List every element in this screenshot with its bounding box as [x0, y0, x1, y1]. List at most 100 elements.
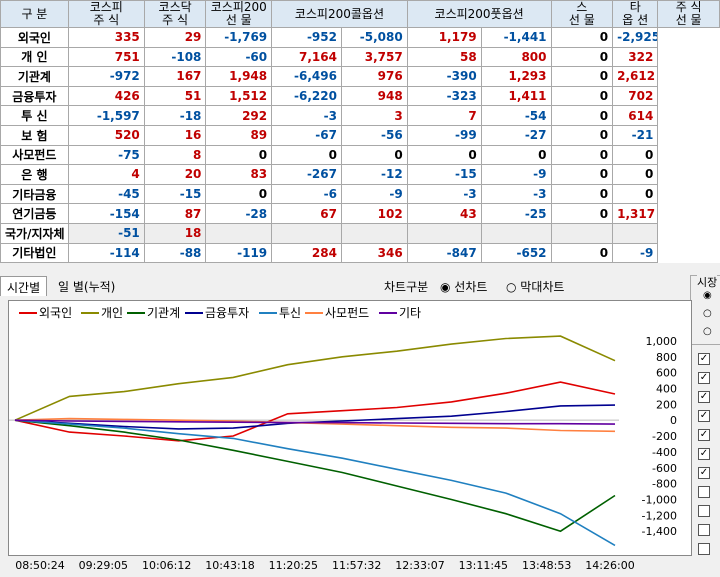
- cell-value: -27: [480, 124, 552, 146]
- cell-value: 702: [612, 85, 659, 107]
- table-row: 연기금등 -154 87 -28 67 102 43 -25 0 1,317: [0, 203, 720, 224]
- cell-value: -25: [480, 203, 552, 224]
- cell-value: -5,080: [340, 27, 408, 48]
- cell-value: 0: [480, 144, 552, 166]
- cell-value: 0: [406, 144, 482, 166]
- y-tick-label: -600: [652, 462, 677, 475]
- market-group: 시장 ◉ ○ ○: [690, 274, 720, 345]
- table-row: 사모펀드 -75 8 0 0 0 0 0 0 0: [0, 144, 720, 166]
- cell-value: -323: [406, 85, 482, 107]
- cell-value: -9: [340, 183, 408, 205]
- market-radio-3[interactable]: ○: [703, 326, 712, 337]
- cell-value: 335: [67, 27, 145, 48]
- cell-value: 1,293: [480, 66, 552, 87]
- cell-value: 426: [67, 85, 145, 107]
- series-toggle-checkbox[interactable]: ✓: [698, 467, 710, 479]
- cell-value: 43: [406, 203, 482, 224]
- cell-value: 800: [480, 46, 552, 68]
- cell-value: 0: [550, 144, 614, 166]
- cell-value: -99: [406, 124, 482, 146]
- y-tick-label: -200: [652, 430, 677, 443]
- cell-value: 7,164: [271, 46, 342, 68]
- x-tick-label: 13:48:53: [521, 559, 572, 572]
- cell-value: 0: [612, 144, 659, 166]
- series-toggle-checkbox[interactable]: ✓: [698, 410, 710, 422]
- series-toggle-checkbox[interactable]: ✓: [698, 448, 710, 460]
- series-toggle-checkbox[interactable]: ✓: [698, 353, 710, 365]
- cell-value: 0: [550, 203, 614, 224]
- series-toggle-checkbox[interactable]: ✓: [698, 429, 710, 441]
- chart-type-label: 차트구분: [384, 280, 429, 294]
- cell-value: -15: [143, 183, 207, 205]
- cell-value: -652: [480, 242, 552, 264]
- cell-value: -1,769: [205, 27, 273, 48]
- header-kospi200-futures: 코스피200 선 물: [205, 0, 273, 28]
- market-radio-2[interactable]: ○: [703, 308, 712, 319]
- investor-trade-table: 구 분 코스피 주 식 코스닥 주 식 코스피200 선 물 코스피200콜옵션 코스…: [0, 0, 720, 264]
- cell-value: 284: [271, 242, 342, 264]
- x-tick-label: 11:20:25: [268, 559, 319, 572]
- legend-item: 개인: [81, 306, 123, 320]
- radio-line-chart[interactable]: ◉ 선차트: [440, 278, 487, 295]
- legend-item: 기타: [379, 306, 421, 320]
- table-row: 기타법인 -114 -88 -119 284 346 -847 -652 0 -9: [0, 242, 720, 264]
- cell-value: -18: [143, 105, 207, 126]
- table-row: 보 험 520 16 89 -67 -56 -99 -27 0 -21: [0, 124, 720, 146]
- tab-day[interactable]: 일 별(누적): [52, 276, 121, 296]
- cell-value: 0: [205, 183, 273, 205]
- cell-value: -6,220: [271, 85, 342, 107]
- row-label: 기타법인: [0, 242, 69, 264]
- cell-value: -60: [205, 46, 273, 68]
- cell-value: 1,317: [612, 203, 659, 224]
- table-row: 금융투자 426 51 1,512 -6,220 948 -323 1,411 0 702: [0, 85, 720, 107]
- series-toggle-checkbox[interactable]: [698, 486, 710, 498]
- cell-value: 29: [143, 27, 207, 48]
- x-tick-label: 10:06:12: [141, 559, 192, 572]
- cell-value: -390: [406, 66, 482, 87]
- cell-value: 2,612: [612, 66, 659, 87]
- cell-value: 102: [340, 203, 408, 224]
- row-label: 기타금융: [0, 183, 69, 205]
- series-toggle-checkbox[interactable]: ✓: [698, 391, 710, 403]
- cell-value: -1,441: [480, 27, 552, 48]
- row-label: 외국인: [0, 27, 69, 48]
- market-radio-1[interactable]: ◉: [703, 290, 712, 301]
- cell-value: [612, 222, 659, 244]
- cell-value: -88: [143, 242, 207, 264]
- series-toggle-checkbox[interactable]: [698, 543, 710, 555]
- chart-svg: 외국인 개인 기관계 금융투자 투신 사모펀드 기타 1,000 800 600 400 200 0 -2…: [9, 306, 677, 547]
- cell-value: 0: [550, 242, 614, 264]
- series-toggle-checkbox[interactable]: ✓: [698, 372, 710, 384]
- series-toggle-checkbox[interactable]: [698, 524, 710, 536]
- cell-value: -3: [271, 105, 342, 126]
- header-kosdaq: 코스닥 주 식: [143, 0, 207, 28]
- cell-value: -9: [480, 164, 552, 185]
- market-group-label: 시장: [697, 274, 718, 290]
- x-axis-labels: 08:50:24 09:29:05 10:06:12 10:43:18 11:20:25…: [0, 559, 680, 573]
- cell-value: [271, 222, 342, 244]
- cell-value: 0: [550, 27, 614, 48]
- cell-value: -952: [271, 27, 342, 48]
- table-row: 투 신 -1,597 -18 292 -3 3 7 -54 0 614: [0, 105, 720, 126]
- series-line-fininv: [14, 404, 616, 430]
- legend-label: 개인: [101, 306, 123, 320]
- y-tick-label: -1,400: [642, 525, 677, 538]
- header-put-option: 코스피200풋옵션: [406, 0, 552, 28]
- cell-value: 0: [271, 144, 342, 166]
- radio-bar-chart[interactable]: ○ 막대차트: [506, 278, 564, 295]
- legend-item: 외국인: [19, 306, 72, 320]
- cell-value: 0: [550, 164, 614, 185]
- table-row: 기타금융 -45 -15 0 -6 -9 -3 -3 0 0: [0, 183, 720, 205]
- cell-value: -51: [67, 222, 145, 244]
- y-tick-label: 600: [656, 367, 677, 380]
- cell-value: -108: [143, 46, 207, 68]
- tab-time[interactable]: 시간별: [0, 276, 48, 296]
- series-toggle-checkbox[interactable]: [698, 505, 710, 517]
- legend-label: 투신: [279, 306, 301, 320]
- header-stock-futures: 주 식선 물: [657, 0, 720, 28]
- cell-value: -267: [271, 164, 342, 185]
- cell-value: -45: [67, 183, 145, 205]
- row-label: 사모펀드: [0, 144, 69, 166]
- cell-value: -972: [67, 66, 145, 87]
- cell-value: 0: [550, 66, 614, 87]
